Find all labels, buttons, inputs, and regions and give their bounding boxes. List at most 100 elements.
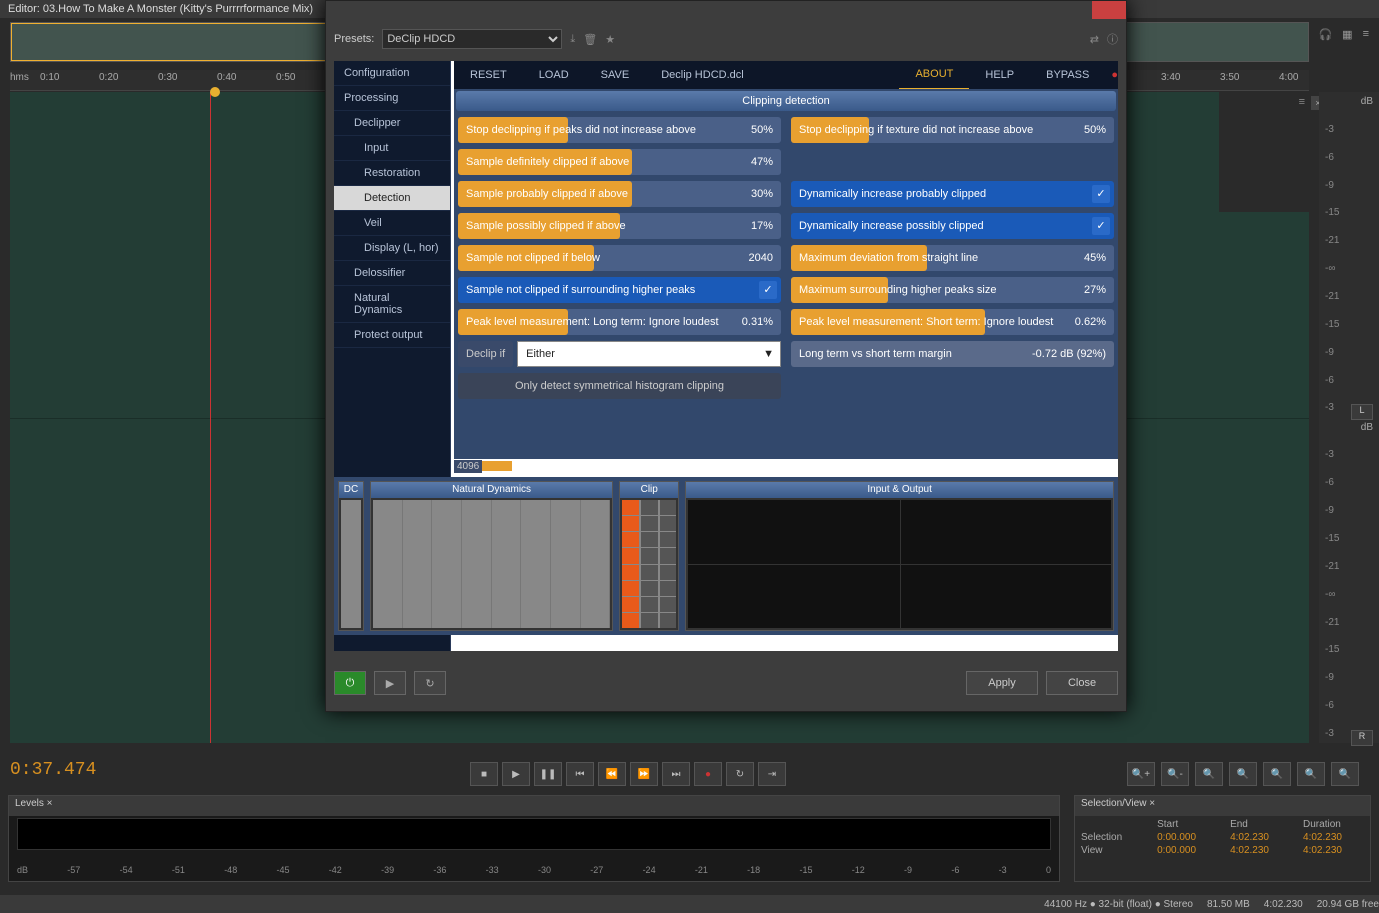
load-button[interactable]: LOAD [523, 61, 585, 89]
window-close-button[interactable] [1092, 1, 1126, 19]
power-button[interactable]: ⏻ [334, 671, 366, 695]
playhead-marker[interactable] [210, 87, 220, 97]
toggle-dyn-probably[interactable]: Dynamically increase probably clipped✓ [791, 181, 1114, 207]
zoom-out-icon[interactable]: 🔍- [1161, 762, 1189, 786]
zoom-in-v-icon[interactable]: 🔍 [1263, 762, 1291, 786]
timecode-display[interactable]: 0:37.474 [10, 760, 96, 780]
preset-select[interactable]: DeClip HDCD [382, 29, 562, 49]
list-icon[interactable]: ≡ [1299, 96, 1305, 108]
bypass-button[interactable]: BYPASS [1030, 61, 1105, 89]
plugin-header: RESET LOAD SAVE Declip HDCD.dcl ABOUT HE… [454, 61, 1118, 89]
zoom-controls: 🔍+ 🔍- 🔍 🔍 🔍 🔍 🔍 [1127, 762, 1359, 786]
detection-panel: Clipping detection Stop declipping if pe… [454, 89, 1118, 459]
meter-row: DC Natural Dynamics Clip Input & Output [334, 477, 1118, 635]
channel-r-button[interactable]: R [1351, 730, 1373, 746]
tree-processing[interactable]: Processing [334, 86, 450, 111]
favorite-icon[interactable]: ★ [605, 33, 615, 46]
zoom-sel-icon[interactable]: 🔍 [1229, 762, 1257, 786]
menu-icon[interactable]: ≡ [1363, 28, 1369, 41]
save-preset-icon[interactable]: ⤓ [570, 33, 575, 46]
tree-natural-dynamics[interactable]: Natural Dynamics [334, 286, 450, 323]
levels-meter [17, 818, 1051, 850]
panel-title: Clipping detection [456, 91, 1116, 111]
delete-preset-icon[interactable]: 🗑 [583, 33, 597, 46]
zoom-out-v-icon[interactable]: 🔍 [1297, 762, 1325, 786]
loop-button[interactable]: ↻ [726, 762, 754, 786]
record-button[interactable]: ● [694, 762, 722, 786]
slider-peak-short[interactable]: Peak level measurement: Short term: Igno… [791, 309, 1114, 335]
tree-restoration[interactable]: Restoration [334, 161, 450, 186]
zoom-reset-icon[interactable]: 🔍 [1331, 762, 1359, 786]
effect-dialog: Presets: DeClip HDCD ⤓ 🗑 ★ ⇄ ⓘ Configura… [325, 0, 1127, 712]
clip-meter: Clip [619, 481, 679, 631]
grid-icon[interactable]: ▦ [1342, 28, 1352, 41]
info-icon[interactable]: ⓘ [1107, 31, 1118, 47]
zoom-in-icon[interactable]: 🔍+ [1127, 762, 1155, 786]
reset-button[interactable]: RESET [454, 61, 523, 89]
tree-configuration[interactable]: Configuration [334, 61, 450, 86]
close-button[interactable]: Close [1046, 671, 1118, 695]
natural-dynamics-meter: Natural Dynamics [370, 481, 613, 631]
preset-row: Presets: DeClip HDCD ⤓ 🗑 ★ ⇄ ⓘ [334, 27, 1118, 51]
help-button[interactable]: HELP [969, 61, 1030, 89]
declip-if-select[interactable]: Either [517, 341, 781, 367]
slider-peak-long[interactable]: Peak level measurement: Long term: Ignor… [458, 309, 781, 335]
loop-preview-button[interactable]: ↻ [414, 671, 446, 695]
selview-tab[interactable]: Selection/View × [1075, 796, 1370, 816]
stop-button[interactable]: ■ [470, 762, 498, 786]
toggle-dyn-possibly[interactable]: Dynamically increase possibly clipped✓ [791, 213, 1114, 239]
slider-definitely-clipped[interactable]: Sample definitely clipped if above47% [458, 149, 781, 175]
playhead[interactable] [210, 92, 211, 743]
dc-meter: DC [338, 481, 364, 631]
levels-tab[interactable]: Levels × [9, 796, 1059, 816]
slider-stop-peaks[interactable]: Stop declipping if peaks did not increas… [458, 117, 781, 143]
skip-back-button[interactable]: ⏮ [566, 762, 594, 786]
apply-button[interactable]: Apply [966, 671, 1038, 695]
timeline-unit: hms [10, 70, 40, 90]
transport-controls: ■ ▶ ❚❚ ⏮ ⏪ ⏩ ⏭ ● ↻ ⇥ [470, 762, 786, 786]
tree-delossifier[interactable]: Delossifier [334, 261, 450, 286]
levels-panel: Levels × dB -57-54 -51-48 -45-42 -39-36 … [8, 795, 1060, 882]
save-button[interactable]: SAVE [585, 61, 646, 89]
fastfwd-button[interactable]: ⏩ [630, 762, 658, 786]
tree-input[interactable]: Input [334, 136, 450, 161]
declip-if-row: Declip if Either [458, 341, 781, 367]
skip-selection-button[interactable]: ⇥ [758, 762, 786, 786]
headphones-icon[interactable]: 🎧 [1318, 28, 1332, 41]
tree-declipper[interactable]: Declipper [334, 111, 450, 136]
symmetrical-button[interactable]: Only detect symmetrical histogram clippi… [458, 373, 781, 399]
status-bar: 44100 Hz ● 32-bit (float) ● Stereo 81.50… [0, 895, 1379, 913]
selection-view-panel: Selection/View × StartEndDuration Select… [1074, 795, 1371, 882]
tree-veil[interactable]: Veil [334, 211, 450, 236]
slider-lt-vs-st[interactable]: Long term vs short term margin-0.72 dB (… [791, 341, 1114, 367]
tree-detection[interactable]: Detection [334, 186, 450, 211]
zoom-full-icon[interactable]: 🔍 [1195, 762, 1223, 786]
dialog-footer: ⏻ ▶ ↻ Apply Close [334, 669, 1118, 697]
play-button[interactable]: ▶ [502, 762, 530, 786]
channel-l-button[interactable]: L [1351, 404, 1373, 420]
toggle-not-clipped-surrounding[interactable]: Sample not clipped if surrounding higher… [458, 277, 781, 303]
io-meter: Input & Output [685, 481, 1114, 631]
slider-stop-texture[interactable]: Stop declipping if texture did not incre… [791, 117, 1114, 143]
plugin-inner: Configuration Processing Declipper Input… [334, 61, 1118, 651]
amplitude-scale: dB -3 -6 -9 -15 -21 -∞ -21 -15 -9 -6 -3 … [1319, 92, 1379, 743]
sidechain-icon[interactable]: ⇄ [1090, 33, 1099, 46]
preview-play-button[interactable]: ▶ [374, 671, 406, 695]
slider-possibly-clipped[interactable]: Sample possibly clipped if above17% [458, 213, 781, 239]
rewind-button[interactable]: ⏪ [598, 762, 626, 786]
declip-if-label: Declip if [458, 341, 513, 367]
tree-protect-output[interactable]: Protect output [334, 323, 450, 348]
about-button[interactable]: ABOUT [899, 60, 969, 90]
slider-probably-clipped[interactable]: Sample probably clipped if above30% [458, 181, 781, 207]
tree-display[interactable]: Display (L, hor) [334, 236, 450, 261]
slider-not-clipped-below[interactable]: Sample not clipped if below2040 [458, 245, 781, 271]
levels-scale: dB -57-54 -51-48 -45-42 -39-36 -33-30 -2… [17, 865, 1051, 877]
editor-title: Editor: 03.How To Make A Monster (Kitty'… [8, 3, 313, 15]
side-panel: × ≡ [1219, 92, 1329, 212]
file-label: Declip HDCD.dcl [645, 61, 760, 89]
slider-max-surrounding[interactable]: Maximum surrounding higher peaks size27% [791, 277, 1114, 303]
pause-button[interactable]: ❚❚ [534, 762, 562, 786]
slider-max-deviation[interactable]: Maximum deviation from straight line45% [791, 245, 1114, 271]
bypass-indicator-icon: ● [1111, 69, 1118, 81]
skip-fwd-button[interactable]: ⏭ [662, 762, 690, 786]
